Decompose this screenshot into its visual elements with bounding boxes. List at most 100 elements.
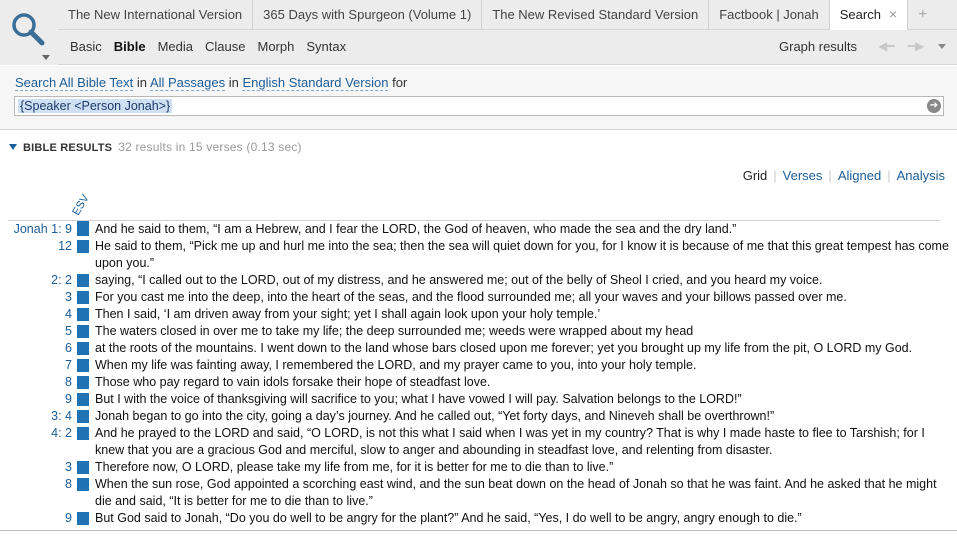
view-grid[interactable]: Grid: [743, 168, 768, 183]
verse-ref[interactable]: 9: [0, 510, 72, 527]
verse-text[interactable]: But I with the voice of thanksgiving wil…: [95, 391, 957, 408]
view-switcher: Grid | Verses | Aligned | Analysis: [742, 168, 945, 183]
arrow-right-icon[interactable]: ➔: [927, 99, 941, 113]
back-icon[interactable]: ◀━: [878, 39, 894, 53]
hit-bar[interactable]: [77, 425, 89, 459]
tab-factbook[interactable]: Factbook | Jonah: [709, 0, 830, 30]
table-row: 6 at the roots of the mountains. I went d…: [0, 340, 957, 357]
subtab-morph[interactable]: Morph: [251, 30, 300, 65]
column-label: ESV: [70, 192, 92, 218]
verse-ref[interactable]: 7: [0, 357, 72, 374]
verse-ref[interactable]: 3: 4: [0, 408, 72, 425]
verse-ref[interactable]: 9: [0, 391, 72, 408]
chevron-down-icon[interactable]: [937, 44, 946, 50]
table-row: 5 The waters closed in over me to take my…: [0, 323, 957, 340]
verse-text[interactable]: And he prayed to the LORD and said, “O L…: [95, 425, 957, 459]
version-dropdown[interactable]: English Standard Version: [242, 75, 389, 91]
verse-text[interactable]: Therefore now, O LORD, please take my li…: [95, 459, 957, 476]
hit-bar[interactable]: [77, 476, 89, 510]
verse-ref[interactable]: 2: 2: [0, 272, 72, 289]
chevron-down-icon: [42, 55, 50, 60]
results-label: BIBLE RESULTS: [23, 142, 113, 154]
verse-ref[interactable]: 4: [0, 306, 72, 323]
tab-label: The New International Version: [68, 7, 243, 22]
add-tab-button[interactable]: +: [908, 0, 937, 30]
table-row: 12 He said to them, “Pick me up and hurl …: [0, 238, 957, 272]
scope-text: in: [228, 75, 239, 90]
verse-text[interactable]: Those who pay regard to vain idols forsa…: [95, 374, 957, 391]
verse-ref[interactable]: 3: [0, 459, 72, 476]
verse-ref[interactable]: Jonah 1: 9: [0, 221, 72, 238]
hit-bar[interactable]: [77, 238, 89, 272]
tab-label: Search: [839, 7, 881, 22]
tab-search[interactable]: Search ×: [829, 0, 909, 31]
hit-bar[interactable]: [77, 510, 89, 527]
table-row: 3: 4 Jonah began to go into the city, goi…: [0, 408, 957, 425]
verse-text[interactable]: He said to them, “Pick me up and hurl me…: [95, 238, 957, 272]
view-aligned[interactable]: Aligned: [838, 168, 881, 183]
tab-nrsv[interactable]: The New Revised Standard Version: [482, 0, 710, 30]
view-analysis[interactable]: Analysis: [897, 168, 945, 183]
table-row: 3 Therefore now, O LORD, please take my l…: [0, 459, 957, 476]
hit-bar[interactable]: [77, 374, 89, 391]
search-input[interactable]: {Speaker <Person Jonah>} ➔: [14, 96, 944, 116]
subtab-media[interactable]: Media: [152, 30, 199, 65]
verse-ref[interactable]: 4: 2: [0, 425, 72, 459]
hit-bar[interactable]: [77, 408, 89, 425]
verse-text[interactable]: But God said to Jonah, “Do you do well t…: [95, 510, 957, 527]
table-row: 8 When the sun rose, God appointed a scor…: [0, 476, 957, 510]
verse-text[interactable]: For you cast me into the deep, into the …: [95, 289, 957, 306]
table-row: 2: 2 saying, “I called out to the LORD, o…: [0, 272, 957, 289]
tab-spurgeon[interactable]: 365 Days with Spurgeon (Volume 1): [253, 0, 483, 30]
subtab-clause[interactable]: Clause: [199, 30, 251, 65]
forward-icon[interactable]: ━▶: [908, 39, 924, 53]
table-row: 9 But God said to Jonah, “Do you do well …: [0, 510, 957, 527]
table-row: 4 Then I said, ‘I am driven away from you…: [0, 306, 957, 323]
verse-ref[interactable]: 8: [0, 476, 72, 510]
verse-text[interactable]: Then I said, ‘I am driven away from your…: [95, 306, 957, 323]
column-header-esv[interactable]: ESV: [70, 193, 100, 220]
tab-label: The New Revised Standard Version: [492, 7, 699, 22]
verse-text[interactable]: Jonah began to go into the city, going a…: [95, 408, 957, 425]
hit-bar[interactable]: [77, 289, 89, 306]
verse-ref[interactable]: 8: [0, 374, 72, 391]
search-query[interactable]: {Speaker <Person Jonah>}: [18, 99, 173, 113]
hit-bar[interactable]: [77, 391, 89, 408]
tab-niv[interactable]: The New International Version: [58, 0, 254, 30]
table-row: 8 Those who pay regard to vain idols fors…: [0, 374, 957, 391]
verse-text[interactable]: The waters closed in over me to take my …: [95, 323, 957, 340]
collapse-triangle-icon[interactable]: [9, 144, 17, 150]
verse-text[interactable]: When the sun rose, God appointed a scorc…: [95, 476, 957, 510]
hit-bar[interactable]: [77, 357, 89, 374]
view-verses[interactable]: Verses: [783, 168, 823, 183]
verse-ref[interactable]: 3: [0, 289, 72, 306]
subtab-bible[interactable]: Bible: [108, 30, 152, 65]
graph-results-button[interactable]: Graph results: [779, 30, 857, 63]
hit-bar[interactable]: [77, 272, 89, 289]
hit-bar[interactable]: [77, 340, 89, 357]
close-icon[interactable]: ×: [889, 6, 897, 22]
verse-text[interactable]: saying, “I called out to the LORD, out o…: [95, 272, 957, 289]
verse-text[interactable]: And he said to them, “I am a Hebrew, and…: [95, 221, 957, 238]
table-row: 4: 2 And he prayed to the LORD and said, …: [0, 425, 957, 459]
verse-text[interactable]: When my life was fainting away, I rememb…: [95, 357, 957, 374]
verse-ref[interactable]: 5: [0, 323, 72, 340]
verse-ref[interactable]: 12: [0, 238, 72, 272]
document-tabs: The New International Version 365 Days w…: [58, 0, 937, 31]
search-type-bar: Basic Bible Media Clause Morph Syntax Gr…: [58, 30, 957, 65]
verse-text[interactable]: at the roots of the mountains. I went do…: [95, 340, 957, 357]
search-menu-button[interactable]: [0, 0, 58, 65]
results-header[interactable]: BIBLE RESULTS 32 results in 15 verses (0.…: [9, 140, 302, 154]
subtab-basic[interactable]: Basic: [64, 30, 108, 65]
hit-bar[interactable]: [77, 221, 89, 238]
scope-text: for: [392, 75, 408, 90]
subtab-syntax[interactable]: Syntax: [300, 30, 352, 65]
passages-dropdown[interactable]: All Passages: [149, 75, 226, 91]
search-scope-dropdown[interactable]: Search All Bible Text: [15, 75, 134, 91]
verse-ref[interactable]: 6: [0, 340, 72, 357]
divider: [0, 530, 957, 531]
history-nav: ◀━ ━▶: [878, 39, 956, 53]
hit-bar[interactable]: [77, 459, 89, 476]
hit-bar[interactable]: [77, 323, 89, 340]
hit-bar[interactable]: [77, 306, 89, 323]
